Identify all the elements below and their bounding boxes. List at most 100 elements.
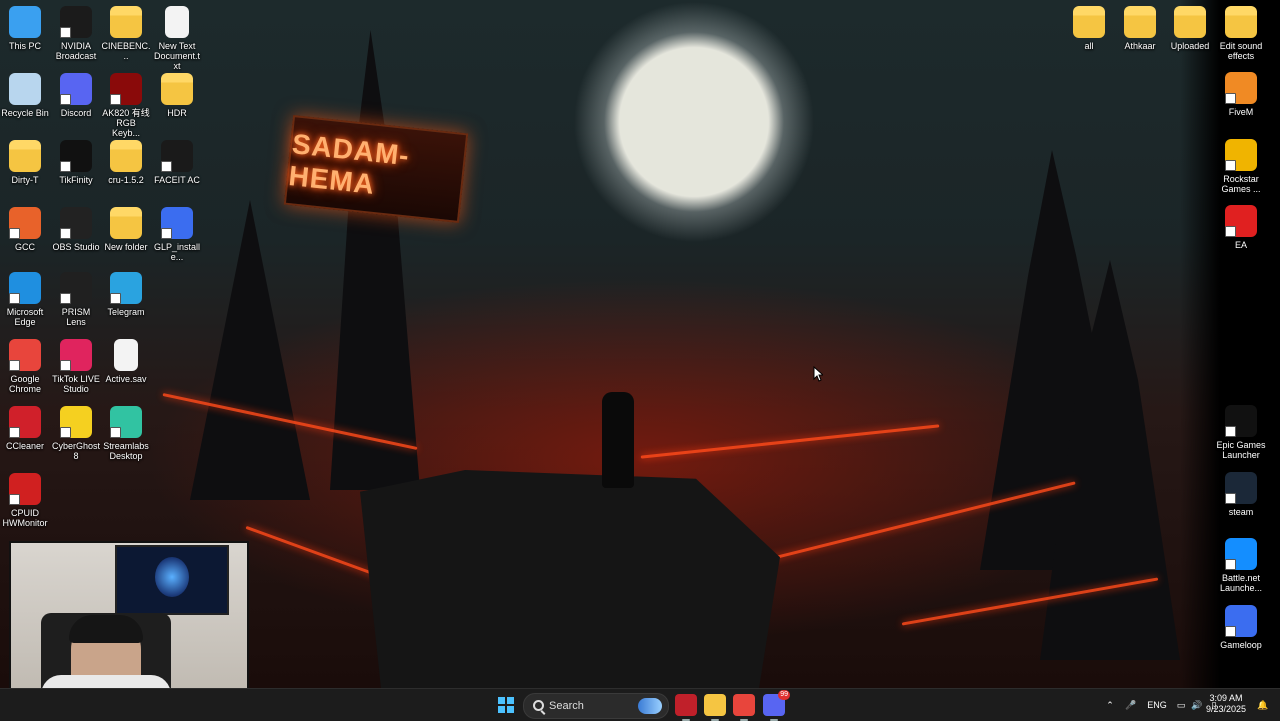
- desktop-icon-label: TikTok LIVE Studio: [52, 374, 100, 394]
- language-indicator[interactable]: ENG: [1146, 689, 1168, 721]
- desktop-icon[interactable]: CCleaner: [0, 406, 50, 451]
- streaming-app-icon[interactable]: [675, 694, 697, 721]
- shortcut-arrow-icon: [1225, 160, 1236, 171]
- desktop-icon[interactable]: GCC: [0, 207, 50, 252]
- gameloop-installer-icon: [161, 207, 193, 239]
- desktop-icon[interactable]: Active.sav: [101, 339, 151, 384]
- chrome-icon[interactable]: [733, 694, 755, 721]
- clock-time: 3:09 AM: [1209, 693, 1243, 703]
- desktop-icon[interactable]: CINEBENC...: [101, 6, 151, 61]
- desktop-icon[interactable]: PRISM Lens: [51, 272, 101, 327]
- start-button[interactable]: [498, 697, 514, 713]
- desktop-icon[interactable]: Recycle Bin: [0, 73, 50, 118]
- discord-icon: [60, 73, 92, 105]
- desktop-icon[interactable]: FACEIT AC: [152, 140, 202, 185]
- desktop-icon-label: Telegram: [107, 307, 145, 317]
- file-explorer-icon[interactable]: [704, 694, 726, 721]
- edge-icon: [9, 272, 41, 304]
- folder-icon: [1174, 6, 1206, 38]
- microphone-icon[interactable]: 🎤: [1125, 689, 1137, 721]
- notification-bell-icon[interactable]: 🔔: [1256, 689, 1270, 721]
- desktop-icon[interactable]: Dirty-T: [0, 140, 50, 185]
- tikfinity-icon: [60, 140, 92, 172]
- tiktok-live-icon: [60, 339, 92, 371]
- desktop-icon[interactable]: GLP_installe...: [152, 207, 202, 262]
- desktop-icon[interactable]: NVIDIA Broadcast: [51, 6, 101, 61]
- taskbar-search-box[interactable]: Search: [523, 693, 669, 719]
- shortcut-arrow-icon: [161, 161, 172, 172]
- desktop-icon[interactable]: OBS Studio: [51, 207, 101, 252]
- desktop-icon[interactable]: Edit sound effects: [1216, 6, 1266, 61]
- folder-icon: [110, 207, 142, 239]
- desktop-icon[interactable]: Streamlabs Desktop: [101, 406, 151, 461]
- hwmonitor-icon: [9, 473, 41, 505]
- streamlabs-icon: [110, 406, 142, 438]
- shortcut-arrow-icon: [60, 94, 71, 105]
- desktop-icon[interactable]: Rockstar Games ...: [1216, 139, 1266, 194]
- desktop-icon-label: Google Chrome: [8, 374, 41, 394]
- desktop-icon[interactable]: This PC: [0, 6, 50, 51]
- desktop-icon[interactable]: Athkaar: [1115, 6, 1165, 51]
- folder-icon: [110, 6, 142, 38]
- desktop-icon[interactable]: cru-1.5.2: [101, 140, 151, 185]
- desktop-icon[interactable]: AK820 有线 RGB Keyb...: [101, 73, 151, 138]
- shortcut-arrow-icon: [9, 228, 20, 239]
- shortcut-arrow-icon: [1225, 426, 1236, 437]
- taskbar-clock[interactable]: 3:09 AM 9/23/2025: [1198, 693, 1254, 715]
- neon-sign-text: SADAM-HEMA: [287, 128, 412, 200]
- neon-sign: SADAM-HEMA: [283, 115, 469, 223]
- this-pc-icon: [9, 6, 41, 38]
- shortcut-arrow-icon: [161, 228, 172, 239]
- rock-spire: [330, 30, 420, 490]
- desktop-icon[interactable]: all: [1064, 6, 1114, 51]
- desktop-icon[interactable]: Gameloop: [1216, 605, 1266, 650]
- desktop-icon-label: Battle.net Launche...: [1219, 573, 1263, 593]
- desktop-icon[interactable]: CPUID HWMonitor: [0, 473, 50, 528]
- rockstar-icon: [1225, 139, 1257, 171]
- desktop-icon[interactable]: New Text Document.txt: [152, 6, 202, 71]
- desktop-icon[interactable]: Epic Games Launcher: [1216, 405, 1266, 460]
- chevron-up-icon[interactable]: ⌃: [1104, 689, 1116, 721]
- ccleaner-icon: [9, 406, 41, 438]
- desktop-icon[interactable]: Uploaded: [1165, 6, 1215, 51]
- shortcut-arrow-icon: [9, 293, 20, 304]
- desktop-icon[interactable]: HDR: [152, 73, 202, 118]
- desktop-icon[interactable]: Google Chrome: [0, 339, 50, 394]
- file-icon: [114, 339, 138, 371]
- telegram-icon: [110, 272, 142, 304]
- shortcut-arrow-icon: [1225, 626, 1236, 637]
- desktop-icon[interactable]: CyberGhost 8: [51, 406, 101, 461]
- desktop-icon-label: HDR: [167, 108, 187, 118]
- desktop-icon-label: PRISM Lens: [61, 307, 91, 327]
- desktop-icon[interactable]: Discord: [51, 73, 101, 118]
- desktop-icon[interactable]: TikFinity: [51, 140, 101, 185]
- desktop-icon-label: This PC: [8, 41, 41, 51]
- gcc-icon: [9, 207, 41, 239]
- shortcut-arrow-icon: [1225, 93, 1236, 104]
- ea-icon: [1225, 205, 1257, 237]
- desktop-icon[interactable]: New folder: [101, 207, 151, 252]
- obs-icon: [60, 207, 92, 239]
- desktop-icon-label: Active.sav: [105, 374, 147, 384]
- desktop-icon-label: CPUID HWMonitor: [2, 508, 48, 528]
- lava-river: [640, 424, 940, 459]
- network-icon[interactable]: ▭: [1175, 689, 1187, 721]
- desktop-icon[interactable]: Microsoft Edge: [0, 272, 50, 327]
- folder-icon: [1073, 6, 1105, 38]
- desktop-icon[interactable]: TikTok LIVE Studio: [51, 339, 101, 394]
- shortcut-arrow-icon: [1225, 226, 1236, 237]
- folder-icon: [161, 73, 193, 105]
- discord-icon[interactable]: 99: [763, 690, 790, 721]
- shortcut-arrow-icon: [110, 94, 121, 105]
- desktop-icon[interactable]: Telegram: [101, 272, 151, 317]
- folder-icon: [1225, 6, 1257, 38]
- desktop-icon[interactable]: steam: [1216, 472, 1266, 517]
- text-document-icon: [165, 6, 189, 38]
- desktop-icon-label: Athkaar: [1124, 41, 1156, 51]
- cloaked-figure: [602, 392, 634, 488]
- desktop-icon[interactable]: EA: [1216, 205, 1266, 250]
- desktop-icon[interactable]: FiveM: [1216, 72, 1266, 117]
- folder-icon: [110, 140, 142, 172]
- search-icon: [533, 700, 544, 711]
- desktop-icon[interactable]: Battle.net Launche...: [1216, 538, 1266, 593]
